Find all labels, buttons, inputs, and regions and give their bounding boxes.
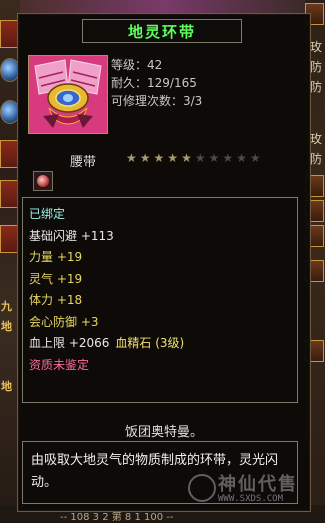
star-icon: ★ <box>222 151 234 165</box>
bg-label: 防 <box>309 152 322 166</box>
stat-hp-max: 血上限 +2066 <box>29 336 110 350</box>
bound-status: 已绑定 <box>29 207 66 221</box>
item-repair-count: 可修理次数：3/3 <box>111 94 203 108</box>
stat-stamina: 体力 +18 <box>29 293 83 307</box>
item-durability: 耐久：129/165 <box>111 76 197 90</box>
stat-hp-line: 血上限 +2066 血精石 (3级) <box>29 333 297 355</box>
stat-dodge: 基础闪避 +113 <box>29 228 114 243</box>
bg-label: 地 <box>1 320 12 333</box>
bg-label: 防 <box>309 80 322 94</box>
item-maker: 饭团奥特曼。 <box>124 425 203 440</box>
bg-label: 防 <box>309 60 322 74</box>
item-level: 等级：42 <box>111 58 163 72</box>
gem-socket <box>33 171 53 191</box>
bg-label: 玫 <box>309 132 322 146</box>
star-icon: ★ <box>181 151 192 165</box>
item-stats: 已绑定 基础闪避 +113 力量 +19 灵气 +19 体力 +18 会心防御 … <box>22 197 298 403</box>
star-rating: ★ ★ ★ ★ ★ ★ ★ ★ ★ ★ <box>126 152 261 164</box>
description-text: 由吸取大地灵气的物质制成的环带，灵光闪动。 <box>31 453 279 490</box>
star-icon: ★ <box>139 151 151 165</box>
star-icon: ★ <box>167 151 179 165</box>
bg-label: 地 <box>1 380 12 393</box>
star-icon: ★ <box>126 151 137 165</box>
item-tooltip: 地灵环带 等级：42 耐久：129/165 可修理次数：3/3 腰带 ★ ★ ★ ★ ★… <box>17 13 311 512</box>
star-icon: ★ <box>153 151 165 165</box>
game-scene-top <box>20 0 305 14</box>
item-title-bar: 地灵环带 <box>82 19 242 43</box>
item-type: 腰带 <box>70 155 97 170</box>
gem-icon <box>37 175 49 187</box>
star-icon: ★ <box>249 151 261 165</box>
belt-icon <box>28 55 108 134</box>
bg-label: 九 <box>1 300 12 313</box>
stat-crit-defense: 会心防御 +3 <box>29 314 99 329</box>
bg-label: 玫 <box>309 40 322 54</box>
item-description: 由吸取大地灵气的物质制成的环带，灵光闪动。 <box>22 441 298 504</box>
item-basic-info: 等级：42 耐久：129/165 可修理次数：3/3 <box>111 56 202 110</box>
gem-name: 血精石 (3级) <box>115 336 185 350</box>
star-icon: ★ <box>194 151 206 165</box>
quality-status: 资质未鉴定 <box>29 357 90 372</box>
star-icon: ★ <box>208 151 220 165</box>
stat-strength: 力量 +19 <box>29 250 83 264</box>
stat-spirit: 灵气 +19 <box>29 271 83 286</box>
star-icon: ★ <box>236 151 247 165</box>
item-name: 地灵环带 <box>127 22 196 41</box>
